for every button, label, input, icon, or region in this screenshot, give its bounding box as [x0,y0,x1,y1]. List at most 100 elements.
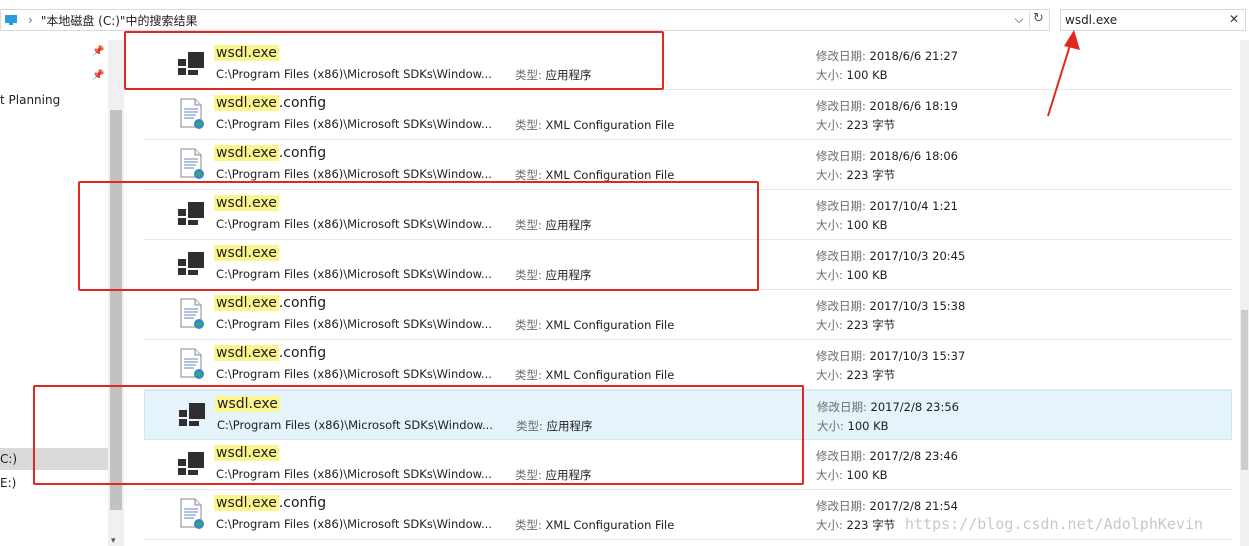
size-label: 大小: [816,468,847,482]
annotation-box [78,181,759,291]
file-row[interactable]: wsdl.exe .config C:\Program Files (x86)\Mi… [144,290,1232,340]
config-file-icon [178,348,206,380]
search-highlight: wsdl.exe [214,345,279,361]
file-date: 修改日期: 2018/6/6 18:19 [816,98,958,114]
size-label: 大小: [816,518,847,532]
file-type: 类型: XML Configuration File [515,367,674,383]
date-label: 修改日期: [816,499,870,513]
size-value: 100 KB [846,68,888,82]
date-label: 修改日期: [816,99,870,113]
file-size: 大小: 223 字节 [816,317,895,333]
date-value: 2017/10/3 15:37 [869,349,966,363]
search-highlight: wsdl.exe [214,295,279,311]
file-date: 修改日期: 2017/2/8 23:46 [816,448,958,464]
chevron-down-icon[interactable]: ▾ [111,536,116,546]
search-highlight: wsdl.exe [214,95,279,111]
file-date: 修改日期: 2017/10/3 15:38 [816,298,965,314]
scrollbar-thumb[interactable] [1241,310,1248,470]
refresh-icon[interactable]: ↻ [1029,11,1047,29]
size-value: 223 字节 [846,318,896,332]
search-input[interactable] [1065,13,1215,27]
file-path: C:\Program Files (x86)\Microsoft SDKs\Wi… [216,517,492,531]
list-scrollbar[interactable] [1240,40,1249,546]
file-date: 修改日期: 2018/6/6 21:27 [816,48,958,64]
type-label: 类型: [515,118,546,132]
type-label: 类型: [515,368,546,382]
file-type: 类型: XML Configuration File [515,317,674,333]
size-value: 100 KB [846,468,888,482]
size-value: 100 KB [846,218,888,232]
date-value: 2017/2/8 23:46 [869,449,958,463]
file-name-rest: .config [278,295,327,311]
file-date: 修改日期: 2017/10/3 15:37 [816,348,965,364]
file-type: 类型: XML Configuration File [515,117,674,133]
size-value: 223 字节 [846,168,896,182]
file-name-rest: .config [278,95,327,111]
file-date: 修改日期: 2017/10/4 1:21 [816,198,958,214]
file-size: 大小: 100 KB [816,267,888,283]
size-value: 100 KB [847,419,889,433]
pin-icon[interactable]: 📌 [92,70,104,81]
file-name[interactable]: wsdl.exe .config [214,345,326,361]
config-file-icon [178,498,206,530]
date-value: 2017/10/3 20:45 [869,249,966,263]
file-path: C:\Program Files (x86)\Microsoft SDKs\Wi… [216,317,492,331]
date-label: 修改日期: [816,149,870,163]
file-size: 大小: 223 字节 [816,517,895,533]
file-path: C:\Program Files (x86)\Microsoft SDKs\Wi… [216,167,492,181]
search-highlight: wsdl.exe [214,495,279,511]
sidebar-item-e-drive[interactable]: E:) [0,476,16,490]
size-label: 大小: [817,419,848,433]
date-value: 2018/6/6 21:27 [869,49,958,63]
close-icon[interactable]: ✕ [1229,12,1239,26]
annotation-arrow-icon [1047,30,1080,117]
search-highlight: wsdl.exe [214,145,279,161]
file-size: 大小: 223 字节 [816,117,895,133]
file-size: 大小: 223 字节 [816,367,895,383]
date-value: 2017/2/8 23:56 [870,400,959,414]
sidebar-item-planning[interactable]: t Planning [0,93,60,107]
type-value: XML Configuration File [545,518,675,532]
file-path: C:\Program Files (x86)\Microsoft SDKs\Wi… [216,367,492,381]
file-name-rest: .config [278,495,327,511]
annotation-box [33,385,804,485]
chevron-down-icon[interactable]: ⌵ [1011,12,1027,27]
date-value: 2017/2/8 21:54 [869,499,958,513]
size-label: 大小: [816,318,847,332]
file-size: 大小: 100 KB [816,217,888,233]
breadcrumb-separator[interactable]: › [28,13,33,27]
date-label: 修改日期: [816,449,870,463]
config-file-icon [178,298,206,330]
file-name-rest: .config [278,145,327,161]
date-label: 修改日期: [817,400,871,414]
date-label: 修改日期: [816,349,870,363]
file-name[interactable]: wsdl.exe .config [214,295,326,311]
type-label: 类型: [515,318,546,332]
watermark: https://blog.csdn.net/AdolphKevin [905,515,1204,533]
sidebar-item-c-drive[interactable]: C:) [0,452,17,466]
size-label: 大小: [816,168,847,182]
file-date: 修改日期: 2017/10/3 20:45 [816,248,965,264]
date-label: 修改日期: [816,299,870,313]
file-name[interactable]: wsdl.exe .config [214,95,326,111]
address-bar[interactable]: › "本地磁盘 (C:)"中的搜索结果 ⌵ ↻ [0,9,1050,31]
file-size: 大小: 100 KB [817,418,889,434]
date-label: 修改日期: [816,199,870,213]
size-value: 223 字节 [846,368,896,382]
file-name[interactable]: wsdl.exe .config [214,495,326,511]
file-date: 修改日期: 2018/6/6 18:06 [816,148,958,164]
size-label: 大小: [816,218,847,232]
file-date: 修改日期: 2017/2/8 23:56 [817,399,959,415]
type-value: XML Configuration File [545,368,675,382]
breadcrumb-path[interactable]: "本地磁盘 (C:)"中的搜索结果 [41,12,198,29]
date-label: 修改日期: [816,249,870,263]
file-row[interactable]: wsdl.exe .config C:\Program Files (x86)\Mi… [144,340,1232,390]
file-date: 修改日期: 2017/2/8 21:54 [816,498,958,514]
pin-icon[interactable]: 📌 [92,46,104,57]
type-label: 类型: [515,168,546,182]
date-value: 2018/6/6 18:19 [869,99,958,113]
file-name[interactable]: wsdl.exe .config [214,145,326,161]
size-value: 223 字节 [846,118,896,132]
file-size: 大小: 100 KB [816,67,888,83]
size-label: 大小: [816,368,847,382]
